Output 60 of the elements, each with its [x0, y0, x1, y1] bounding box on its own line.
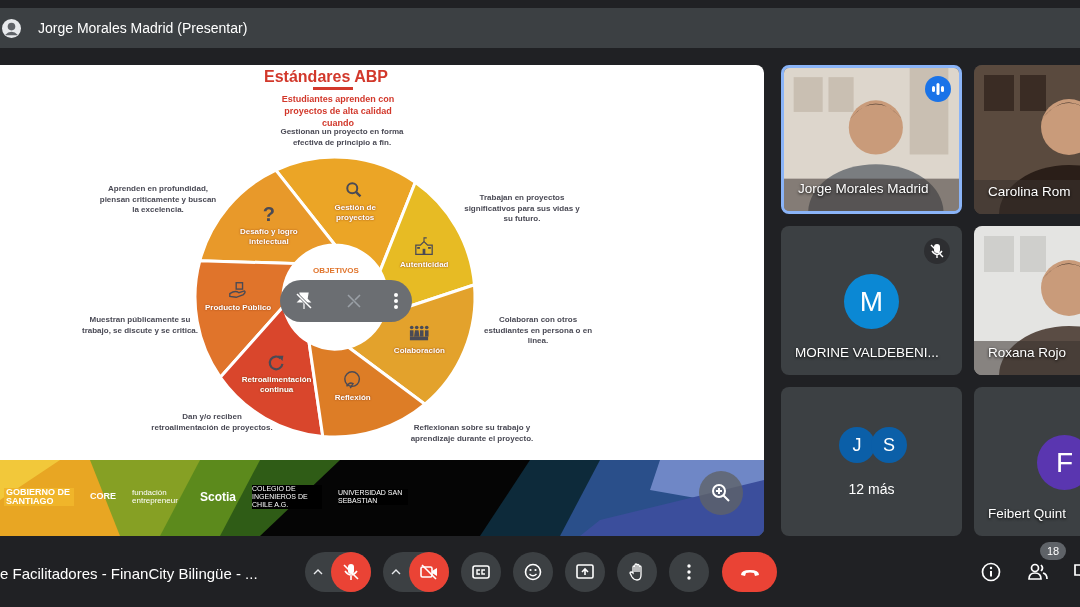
- zoom-in-icon: [711, 483, 731, 503]
- participant-name: MORINE VALDEBENI...: [795, 343, 939, 362]
- participant-count-badge: 18: [1040, 542, 1066, 560]
- segment-label: Reflexión: [334, 393, 371, 404]
- more-options-button[interactable]: [669, 552, 709, 592]
- participant-name: Roxana Rojo: [988, 343, 1067, 362]
- bubble-icon: [342, 370, 363, 391]
- raise-hand-button[interactable]: [617, 552, 657, 592]
- present-button[interactable]: [565, 552, 605, 592]
- slide-subtitle: Estudiantes aprenden con proyectos de alta calidad cuando: [280, 93, 396, 129]
- pin-off-icon[interactable]: [294, 291, 314, 311]
- segment-label: Gestión de proyectos: [333, 203, 377, 224]
- presenter-name: Jorge Morales Madrid (Presentar): [38, 18, 248, 38]
- present-screen-icon: [576, 563, 594, 581]
- center-label: OBJETIVOS: [312, 265, 360, 277]
- logo-text: GOBIERNO DE SANTIAGO: [4, 488, 74, 506]
- caret-icon: [313, 568, 323, 576]
- mic-off-icon: [930, 244, 944, 258]
- segment-description: Reflexionan sobre su trabajo y aprendizaje durante el proyecto.: [410, 423, 534, 444]
- segment-description: Dan y/o reciben retroalimentación de proyectos.: [150, 412, 274, 433]
- building-icon: [414, 237, 435, 258]
- title-underline: [313, 87, 353, 90]
- hand-bag-icon: [228, 280, 249, 301]
- more-options-icon[interactable]: [394, 293, 398, 309]
- info-icon: [981, 562, 1001, 582]
- segment-label: Desafío y logro intelectual: [238, 227, 299, 248]
- logo-text: CORE: [90, 490, 116, 504]
- camera-off-icon: [420, 563, 438, 581]
- segment-label: Colaboración: [393, 345, 445, 356]
- audio-bars-icon: [932, 83, 944, 95]
- segment-description: Aprenden en profundidad, piensan criticamente y buscan la excelencia.: [98, 184, 218, 216]
- meeting-title: e Facilitadores - FinanCity Bilingüe - ...: [0, 564, 258, 584]
- segment-description: Muestran públicamente su trabajo, se discute y se critica.: [80, 315, 200, 336]
- participant-name: Jorge Morales Madrid: [798, 179, 929, 198]
- avatar-icon: [2, 18, 21, 38]
- smiley-icon: [524, 563, 542, 581]
- segment-label: Retroalimentación continua: [240, 375, 313, 396]
- segment-description: Trabajan en proyectos significativos para sus vidas y su futuro.: [463, 193, 581, 225]
- microphone-button[interactable]: [331, 552, 371, 592]
- reactions-button[interactable]: [513, 552, 553, 592]
- segment-description: Colaboran con otros estudiantes en persona o en linea.: [483, 315, 593, 347]
- captions-button[interactable]: [461, 552, 501, 592]
- logo-text: Scotia: [200, 489, 237, 506]
- logo-text: fundación entrepreneur: [132, 489, 179, 505]
- caret-icon: [391, 568, 401, 576]
- people-icon: [1028, 562, 1048, 582]
- slide-title: Estándares ABP: [263, 67, 389, 87]
- camera-button[interactable]: [409, 552, 449, 592]
- mic-off-icon: [342, 563, 360, 581]
- participant-name: Feibert Quint: [988, 504, 1067, 523]
- question-mark-icon: ?: [262, 204, 275, 225]
- more-vertical-icon: [687, 564, 691, 580]
- segment-description: Gestionan un proyecto en forma efectiva de principio a fin.: [280, 127, 404, 148]
- end-call-button[interactable]: [722, 552, 777, 592]
- segment-label: Producto Público: [205, 303, 272, 314]
- more-participants-label: 12 más: [847, 480, 896, 499]
- captions-icon: [472, 563, 490, 581]
- info-button[interactable]: [979, 560, 1003, 584]
- segment-label: Autenticidad: [400, 260, 449, 271]
- participant-name: Carolina Rom: [988, 182, 1071, 201]
